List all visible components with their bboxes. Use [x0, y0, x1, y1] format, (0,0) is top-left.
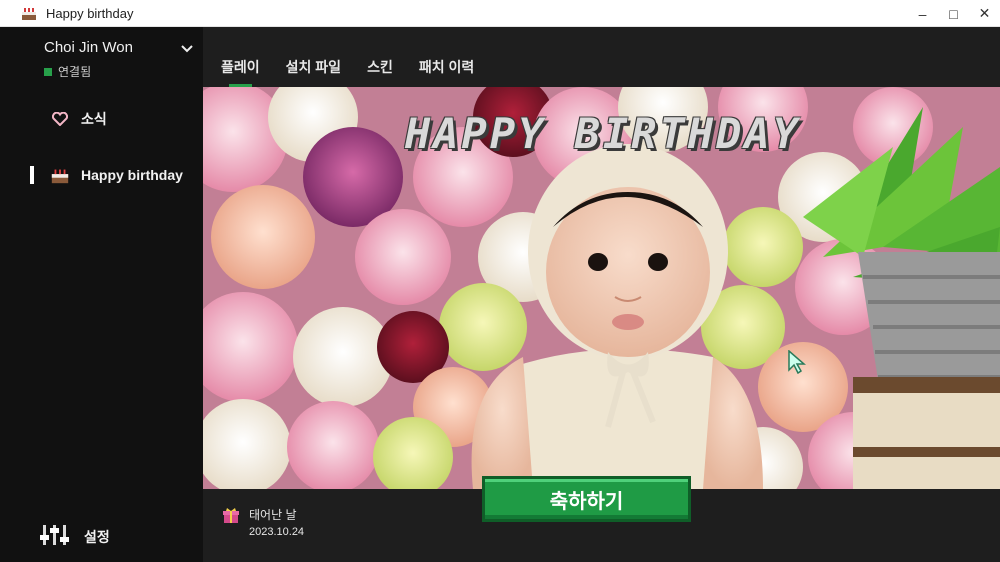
cursor-icon	[788, 350, 806, 374]
cake-icon	[50, 165, 70, 185]
status-text: 연결됨	[58, 65, 92, 79]
hero-banner: HAPPY BIRTHDAY	[203, 87, 1000, 489]
account-switcher[interactable]: Choi Jin Won	[44, 39, 194, 57]
sidebar-item-label: 소식	[81, 111, 107, 127]
main-panel: 플레이 설치 파일 스킨 패치 이력 HAPPY BIRTHDAY 태어난 날 …	[203, 27, 1000, 562]
celebrate-button[interactable]: 축하하기	[482, 476, 691, 522]
sidebar: Choi Jin Won 연결됨 소식 Happy birthday 설정	[0, 27, 203, 562]
close-button[interactable]: ✕	[969, 0, 1000, 27]
sidebar-item-news[interactable]: 소식	[0, 101, 203, 137]
minimize-button[interactable]: –	[907, 0, 938, 27]
tab-play[interactable]: 플레이	[221, 57, 260, 87]
window-title: Happy birthday	[46, 5, 134, 21]
connection-status: 연결됨	[44, 63, 91, 80]
title-bar: Happy birthday – □ ✕	[0, 0, 1000, 27]
status-indicator	[44, 67, 52, 76]
account-name: Choi Jin Won	[44, 39, 133, 56]
settings-button[interactable]: 설정	[0, 517, 203, 553]
chevron-down-icon[interactable]	[180, 41, 194, 55]
tab-patch-history[interactable]: 패치 이력	[419, 57, 474, 87]
tab-bar: 플레이 설치 파일 스킨 패치 이력	[221, 57, 500, 87]
sidebar-item-label: Happy birthday	[81, 167, 183, 183]
maximize-button[interactable]: □	[938, 0, 969, 27]
heart-icon	[50, 109, 70, 129]
hero-title: HAPPY BIRTHDAY	[404, 109, 801, 158]
tab-install-files[interactable]: 설치 파일	[286, 57, 341, 87]
birthday-date: 2023.10.24	[249, 526, 305, 538]
birthday-label: 태어난 날	[249, 508, 297, 522]
sliders-icon	[40, 523, 70, 552]
active-indicator	[30, 166, 34, 184]
gift-icon	[223, 508, 239, 524]
tab-skins[interactable]: 스킨	[367, 57, 393, 87]
footer-bar: 태어난 날 2023.10.24 축하하기	[203, 476, 1000, 562]
cake-icon	[20, 5, 38, 21]
sidebar-item-happy-birthday[interactable]: Happy birthday	[0, 157, 203, 193]
settings-label: 설정	[84, 529, 110, 545]
